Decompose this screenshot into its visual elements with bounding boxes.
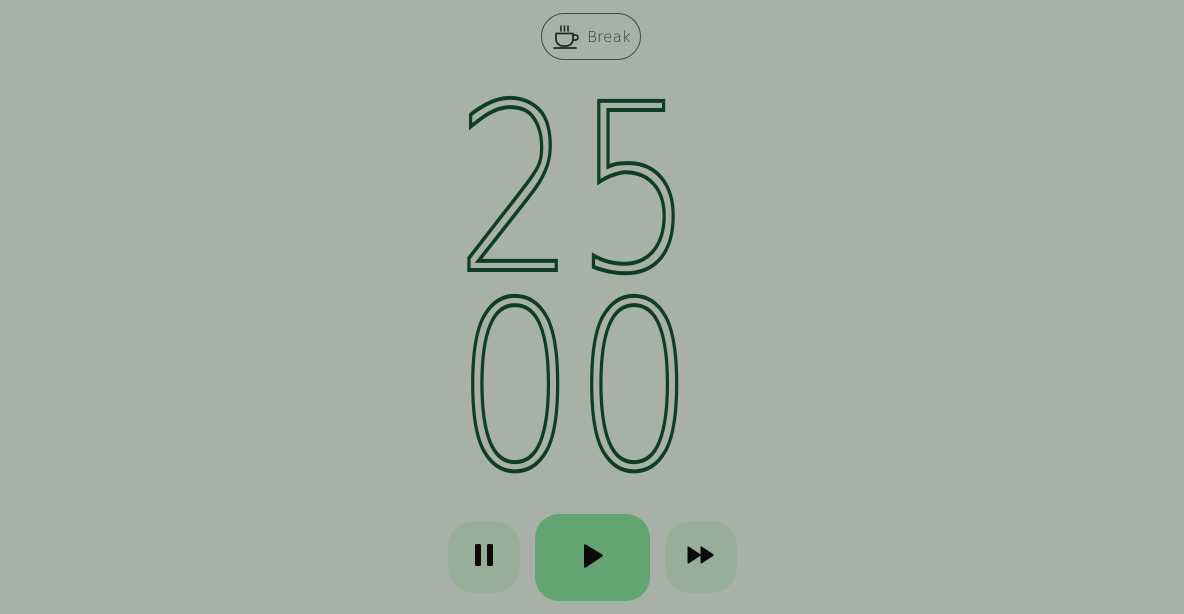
pause-icon	[473, 543, 495, 571]
play-icon	[581, 543, 605, 573]
timer-seconds: 00	[456, 253, 694, 523]
play-button[interactable]	[535, 514, 650, 601]
pause-button[interactable]	[448, 521, 520, 593]
pomodoro-timer-page: Break 25 00	[0, 0, 1184, 614]
skip-button[interactable]	[665, 521, 737, 593]
fast-forward-icon	[686, 545, 716, 569]
